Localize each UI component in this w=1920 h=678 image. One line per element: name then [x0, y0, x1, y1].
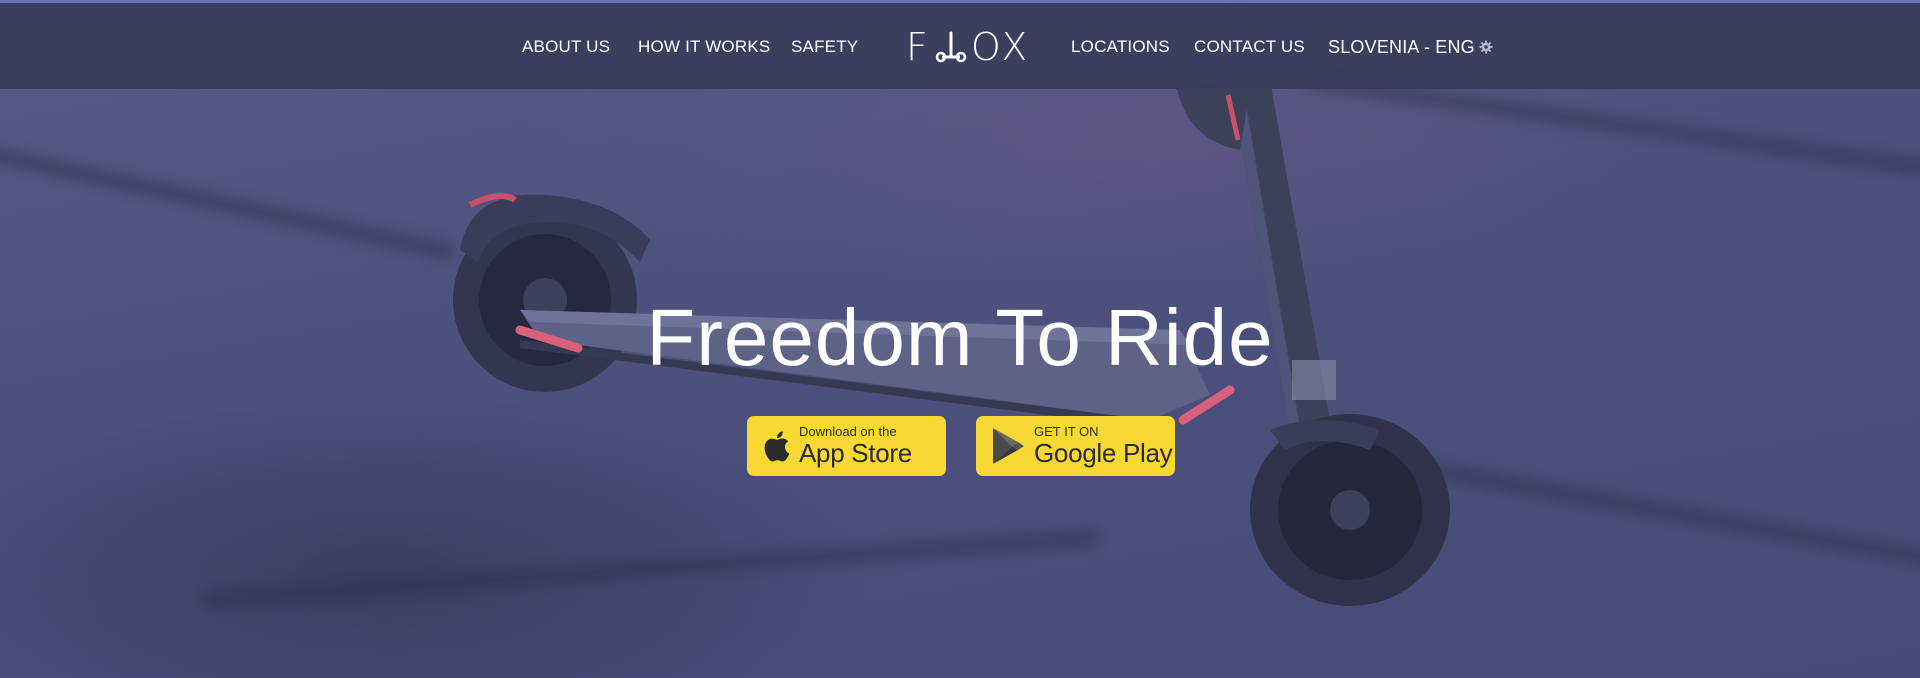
app-store-small-text: Download on the: [799, 424, 897, 439]
google-play-big-text: Google Play: [1034, 438, 1173, 468]
play-store-icon: [993, 428, 1024, 464]
logo[interactable]: F OX: [906, 25, 1030, 69]
nav-how-it-works[interactable]: HOW IT WORKS: [638, 37, 770, 57]
nav-contact-us[interactable]: CONTACT US: [1194, 37, 1305, 57]
app-store-button[interactable]: Download on the App Store: [747, 416, 946, 476]
language-label: SLOVENIA - ENG: [1328, 37, 1475, 57]
logo-text-left: F: [906, 25, 931, 69]
navbar: ABOUT US HOW IT WORKS SAFETY F OX LOCATI…: [0, 3, 1920, 89]
nav-locations[interactable]: LOCATIONS: [1071, 37, 1170, 57]
logo-text-right: OX: [970, 25, 1031, 69]
nav-about-us[interactable]: ABOUT US: [522, 37, 610, 57]
app-store-big-text: App Store: [799, 438, 912, 468]
hero-headline: Freedom To Ride: [646, 293, 1274, 382]
apple-icon: [764, 431, 790, 462]
google-play-button[interactable]: GET IT ON Google Play: [976, 416, 1175, 476]
language-selector[interactable]: SLOVENIA - ENG: [1328, 37, 1493, 58]
nav-safety[interactable]: SAFETY: [791, 37, 858, 57]
scooter-icon: [935, 31, 967, 63]
gear-icon: [1479, 40, 1493, 54]
google-play-small-text: GET IT ON: [1034, 424, 1099, 439]
